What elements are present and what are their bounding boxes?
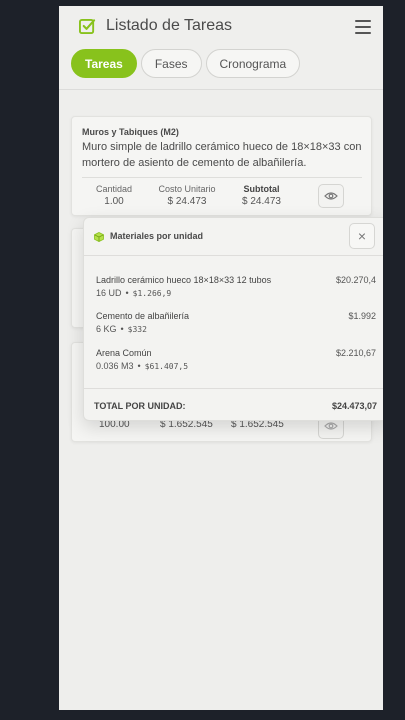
qty-value: 1.00 <box>104 196 124 207</box>
material-name: Cemento de albañilería <box>96 311 190 321</box>
subtotal-label: Subtotal <box>243 184 280 194</box>
material-qty: 0.036 M3 <box>96 361 134 371</box>
material-item: Ladrillo cerámico hueco 18×18×33 12 tubo… <box>96 275 376 298</box>
material-item: Arena Común $2.210,67 0.036 M3 • $61.407,5 <box>96 348 376 371</box>
material-item: Cemento de albañilería $1.992 6 KG • $332 <box>96 311 376 334</box>
total-label: TOTAL POR UNIDAD: <box>94 401 186 411</box>
material-unit-price: $1.266,9 <box>132 289 172 298</box>
material-quantity: 0.036 M3 • $61.407,5 <box>96 361 376 371</box>
tab-bar: Tareas Fases Cronograma <box>71 49 301 78</box>
task-category: Muros y Tabiques (M2) <box>82 127 179 137</box>
cube-icon <box>94 232 104 242</box>
material-unit-price: $332 <box>127 325 147 334</box>
eye-icon <box>324 192 338 200</box>
materials-popover: Materiales por unidad × Ladrillo cerámic… <box>83 217 383 421</box>
material-qty: 6 KG <box>96 324 117 334</box>
material-name: Ladrillo cerámico hueco 18×18×33 12 tubo… <box>96 275 272 285</box>
material-unit-price: $61.407,5 <box>144 362 189 371</box>
unit-cost-value: $ 24.473 <box>167 196 207 207</box>
material-price: $1.992 <box>348 311 376 321</box>
separator: • <box>137 361 141 371</box>
separator: • <box>125 288 129 298</box>
popover-header: Materiales por unidad × <box>84 218 383 256</box>
unit-cost-stat: Costo Unitario $ 24.473 <box>152 184 222 207</box>
total-value: $24.473,07 <box>331 401 377 411</box>
material-quantity: 6 KG • $332 <box>96 324 376 334</box>
task-card: Muros y Tabiques (M2) Muro simple de lad… <box>71 116 372 216</box>
separator: • <box>120 324 124 334</box>
popover-title: Materiales por unidad <box>110 231 204 241</box>
material-price: $20.270,4 <box>335 275 376 285</box>
popover-total: TOTAL POR UNIDAD: $24.473,07 <box>84 388 383 422</box>
material-name: Arena Común <box>96 348 152 358</box>
task-stats: Cantidad 1.00 Costo Unitario $ 24.473 Su… <box>82 177 362 207</box>
hamburger-menu-icon[interactable] <box>355 20 371 34</box>
close-button[interactable]: × <box>349 223 375 249</box>
qty-label: Cantidad <box>95 184 133 194</box>
qty-stat: Cantidad 1.00 <box>94 184 134 207</box>
subtotal-stat: Subtotal $ 24.473 <box>234 184 289 207</box>
unit-cost-label: Costo Unitario <box>158 184 216 194</box>
tab-fases[interactable]: Fases <box>140 49 202 78</box>
eye-icon <box>324 422 338 430</box>
page-title: Listado de Tareas <box>106 17 233 34</box>
material-quantity: 16 UD • $1.266,9 <box>96 288 376 298</box>
tab-tareas[interactable]: Tareas <box>71 49 137 78</box>
tab-cronograma[interactable]: Cronograma <box>205 49 301 78</box>
subtotal-value: $ 24.473 <box>242 196 281 207</box>
check-square-icon <box>79 18 96 35</box>
material-price: $2.210,67 <box>335 348 376 358</box>
app-screen: Listado de Tareas Tareas Fases Cronogram… <box>59 6 383 710</box>
view-materials-button[interactable] <box>318 184 344 208</box>
material-qty: 16 UD <box>96 288 122 298</box>
app-header: Listado de Tareas Tareas Fases Cronogram… <box>59 6 383 90</box>
task-description: Muro simple de ladrillo cerámico hueco d… <box>82 141 362 169</box>
